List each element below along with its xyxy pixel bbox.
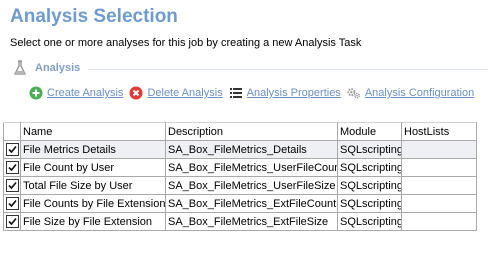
row-description: SA_Box_FileMetrics_UserFileCount — [165, 158, 338, 177]
row-description: SA_Box_FileMetrics_UserFileSize — [165, 176, 338, 195]
table-header-row: Name Description Module HostLists — [3, 122, 477, 141]
checkmark-icon — [7, 145, 17, 154]
row-checkbox-cell[interactable] — [3, 176, 21, 195]
gears-icon — [347, 88, 360, 99]
column-header-module[interactable]: Module — [337, 122, 402, 141]
analysis-configuration-button[interactable]: Analysis Configuration — [347, 86, 474, 100]
table-row[interactable]: File Count by User SA_Box_FileMetrics_Use… — [3, 158, 477, 177]
checkmark-icon — [7, 217, 17, 226]
row-checkbox-cell[interactable] — [3, 140, 21, 159]
table-row[interactable]: Total File Size by User SA_Box_FileMetric… — [3, 176, 477, 195]
row-name: File Metrics Details — [20, 140, 166, 159]
analysis-properties-button[interactable]: Analysis Properties — [229, 86, 341, 100]
row-hostlists — [401, 140, 477, 159]
add-icon — [29, 86, 43, 100]
row-hostlists — [401, 194, 477, 213]
row-name: Total File Size by User — [20, 176, 166, 195]
row-module: SQLscripting — [337, 176, 402, 195]
create-analysis-button[interactable]: Create Analysis — [29, 86, 123, 100]
checkmark-icon — [7, 199, 17, 208]
table-row[interactable]: File Size by File Extension SA_Box_FileMe… — [3, 212, 477, 231]
row-checkbox[interactable] — [5, 143, 19, 156]
create-analysis-label: Create Analysis — [47, 87, 124, 99]
page-subtitle: Select one or more analyses for this job… — [10, 37, 362, 49]
column-header-description[interactable]: Description — [165, 122, 338, 141]
flask-icon — [13, 60, 27, 75]
analysis-section-header: Analysis — [10, 58, 488, 78]
row-module: SQLscripting — [337, 194, 402, 213]
table-row[interactable]: File Metrics Details SA_Box_FileMetrics_D… — [3, 140, 477, 159]
row-checkbox[interactable] — [5, 197, 19, 210]
row-description: SA_Box_FileMetrics_Details — [165, 140, 338, 159]
header-checkbox-cell — [3, 122, 21, 141]
delete-analysis-button[interactable]: Delete Analysis — [129, 86, 223, 100]
column-header-hostlists[interactable]: HostLists — [401, 122, 477, 141]
delete-icon — [129, 86, 143, 100]
row-hostlists — [401, 176, 477, 195]
table-row[interactable]: File Counts by File Extension SA_Box_File… — [3, 194, 477, 213]
row-description: SA_Box_FileMetrics_ExtFileSize — [165, 212, 338, 231]
row-module: SQLscripting — [337, 140, 402, 159]
row-module: SQLscripting — [337, 158, 402, 177]
row-checkbox[interactable] — [5, 215, 19, 228]
section-divider — [88, 68, 488, 70]
delete-analysis-label: Delete Analysis — [147, 87, 223, 99]
row-checkbox-cell[interactable] — [3, 212, 21, 231]
row-module: SQLscripting — [337, 212, 402, 231]
row-checkbox[interactable] — [5, 179, 19, 192]
row-name: File Counts by File Extension — [20, 194, 166, 213]
column-header-name[interactable]: Name — [20, 122, 166, 141]
section-label: Analysis — [35, 62, 81, 74]
analysis-properties-label: Analysis Properties — [246, 87, 341, 99]
row-checkbox-cell[interactable] — [3, 194, 21, 213]
checkmark-icon — [7, 181, 17, 190]
list-icon — [229, 88, 242, 98]
row-checkbox[interactable] — [5, 161, 19, 174]
checkmark-icon — [7, 163, 17, 172]
analysis-table: Name Description Module HostLists File M… — [3, 122, 477, 231]
row-hostlists — [401, 212, 477, 231]
row-name: File Size by File Extension — [20, 212, 166, 231]
analysis-toolbar: Create Analysis Delete Analysis Analysis… — [29, 86, 480, 100]
row-description: SA_Box_FileMetrics_ExtFileCount — [165, 194, 338, 213]
row-checkbox-cell[interactable] — [3, 158, 21, 177]
analysis-configuration-label: Analysis Configuration — [364, 87, 475, 99]
page-title: Analysis Selection — [10, 6, 178, 27]
footer-space — [0, 234, 494, 256]
row-hostlists — [401, 158, 477, 177]
row-name: File Count by User — [20, 158, 166, 177]
